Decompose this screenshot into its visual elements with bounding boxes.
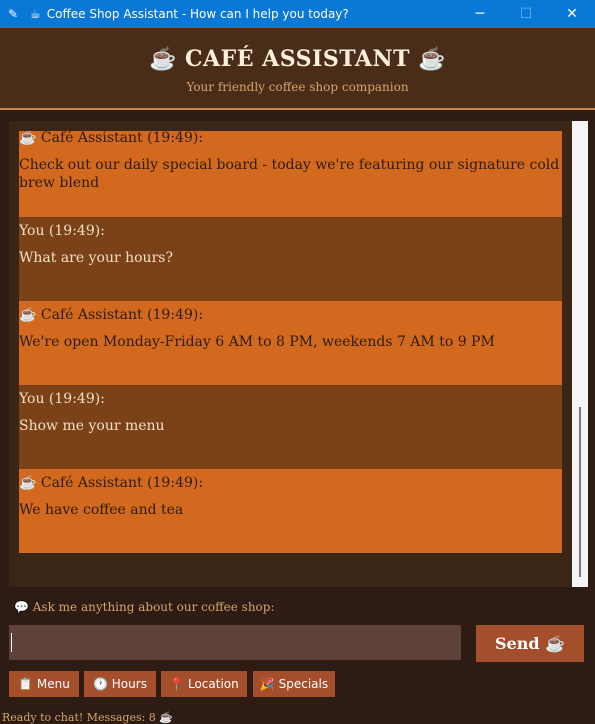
message-speaker: ☕ Café Assistant (19:49): [19, 131, 204, 146]
message-speaker: You (19:49): [19, 391, 105, 407]
minimize-button[interactable]: ─ [457, 0, 503, 28]
message-speaker: ☕ Café Assistant (19:49): [19, 475, 204, 491]
text-caret [11, 633, 12, 652]
close-button[interactable]: ✕ [549, 0, 595, 28]
chat-scrollbar[interactable] [572, 121, 588, 587]
app-header: ☕ CAFÉ ASSISTANT ☕ Your friendly coffee … [0, 28, 595, 110]
scrollbar-thumb[interactable] [579, 407, 581, 577]
chat-panel: ☕ Café Assistant (19:49): Check out our … [9, 121, 588, 587]
status-bar: Ready to chat! Messages: 8 ☕ [2, 711, 173, 724]
menu-button[interactable]: 📋 Menu [9, 671, 79, 697]
chat-message-bot: ☕ Café Assistant (19:49): We're open Mon… [19, 301, 562, 385]
message-text: What are your hours? [19, 250, 173, 266]
app-subtitle: Your friendly coffee shop companion [186, 80, 409, 94]
message-input[interactable] [9, 625, 461, 660]
coffee-cup-icon: ☕ [30, 7, 41, 21]
chat-message-user: You (19:49): What are your hours? [19, 217, 562, 301]
chat-message-bot: ☕ Café Assistant (19:49): Check out our … [19, 131, 562, 217]
specials-button[interactable]: 🎉 Specials [253, 671, 335, 697]
maximize-button[interactable]: ☐ [503, 0, 549, 28]
message-speaker: ☕ Café Assistant (19:49): [19, 307, 204, 323]
message-speaker: You (19:49): [19, 223, 105, 239]
chat-history: ☕ Café Assistant (19:49): Check out our … [19, 131, 562, 559]
chat-message-bot: ☕ Café Assistant (19:49): We have coffee… [19, 469, 562, 553]
app-title: ☕ CAFÉ ASSISTANT ☕ [149, 46, 446, 72]
window-titlebar: ✎ ☕ Coffee Shop Assistant - How can I he… [0, 0, 595, 28]
input-prompt: 💬 Ask me anything about our coffee shop: [14, 600, 275, 614]
hours-button[interactable]: 🕐 Hours [84, 671, 156, 697]
send-button[interactable]: Send ☕ [476, 625, 584, 662]
message-text: Check out our daily special board - toda… [19, 157, 560, 191]
message-text: Show me your menu [19, 418, 165, 434]
window-title: Coffee Shop Assistant - How can I help y… [46, 7, 349, 21]
location-button[interactable]: 📍 Location [161, 671, 247, 697]
message-text: We're open Monday-Friday 6 AM to 8 PM, w… [19, 334, 495, 350]
chat-message-user: You (19:49): Show me your menu [19, 385, 562, 469]
pen-icon: ✎ [8, 7, 19, 21]
message-text: We have coffee and tea [19, 502, 184, 518]
